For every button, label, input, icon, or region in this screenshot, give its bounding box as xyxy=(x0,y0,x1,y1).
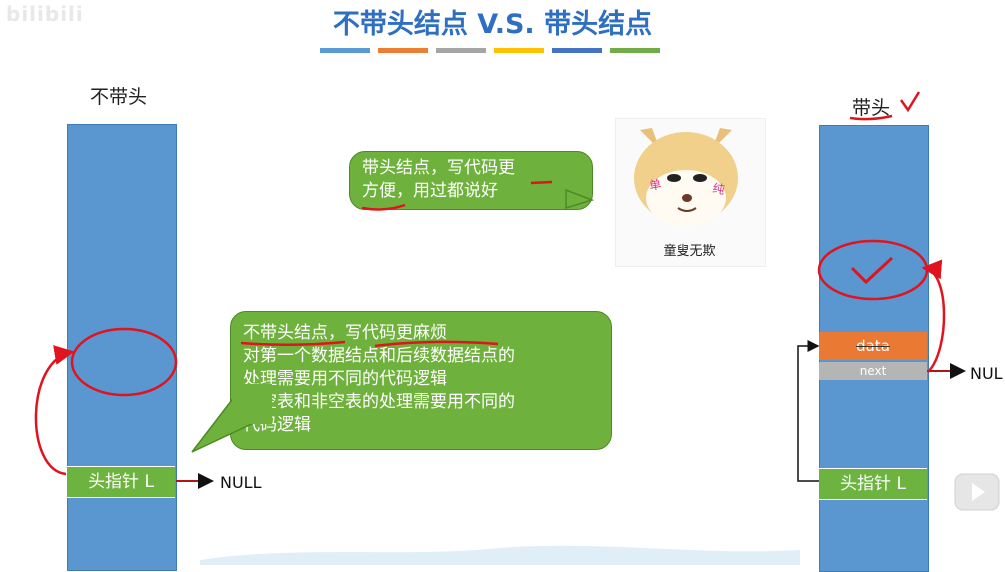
video-play-button[interactable] xyxy=(952,466,1002,516)
red-arrow-left xyxy=(34,345,75,476)
underline-bubble-top-1 xyxy=(530,180,553,185)
bubble-top-tail xyxy=(565,188,595,210)
underline-bubble-big-1 xyxy=(240,340,346,347)
red-arrow-right xyxy=(921,259,946,373)
red-circle-left xyxy=(70,327,178,397)
red-check-right xyxy=(850,256,894,285)
red-circle-right xyxy=(817,239,929,301)
svg-text:纯: 纯 xyxy=(711,181,725,197)
play-icon xyxy=(954,473,1000,511)
check-mark-icon xyxy=(899,91,921,113)
arrow-head-pointer-to-head-node xyxy=(797,340,820,482)
meme-face-icon: 单 纯 xyxy=(634,128,738,226)
bottom-decoration xyxy=(200,545,800,565)
diagram-overlay: 单 纯 xyxy=(34,91,966,565)
underline-bubble-top-2 xyxy=(361,203,406,211)
underline-bubble-big-2 xyxy=(374,340,499,348)
underline-with-head-label xyxy=(849,114,893,121)
svg-text:单: 单 xyxy=(648,177,662,193)
